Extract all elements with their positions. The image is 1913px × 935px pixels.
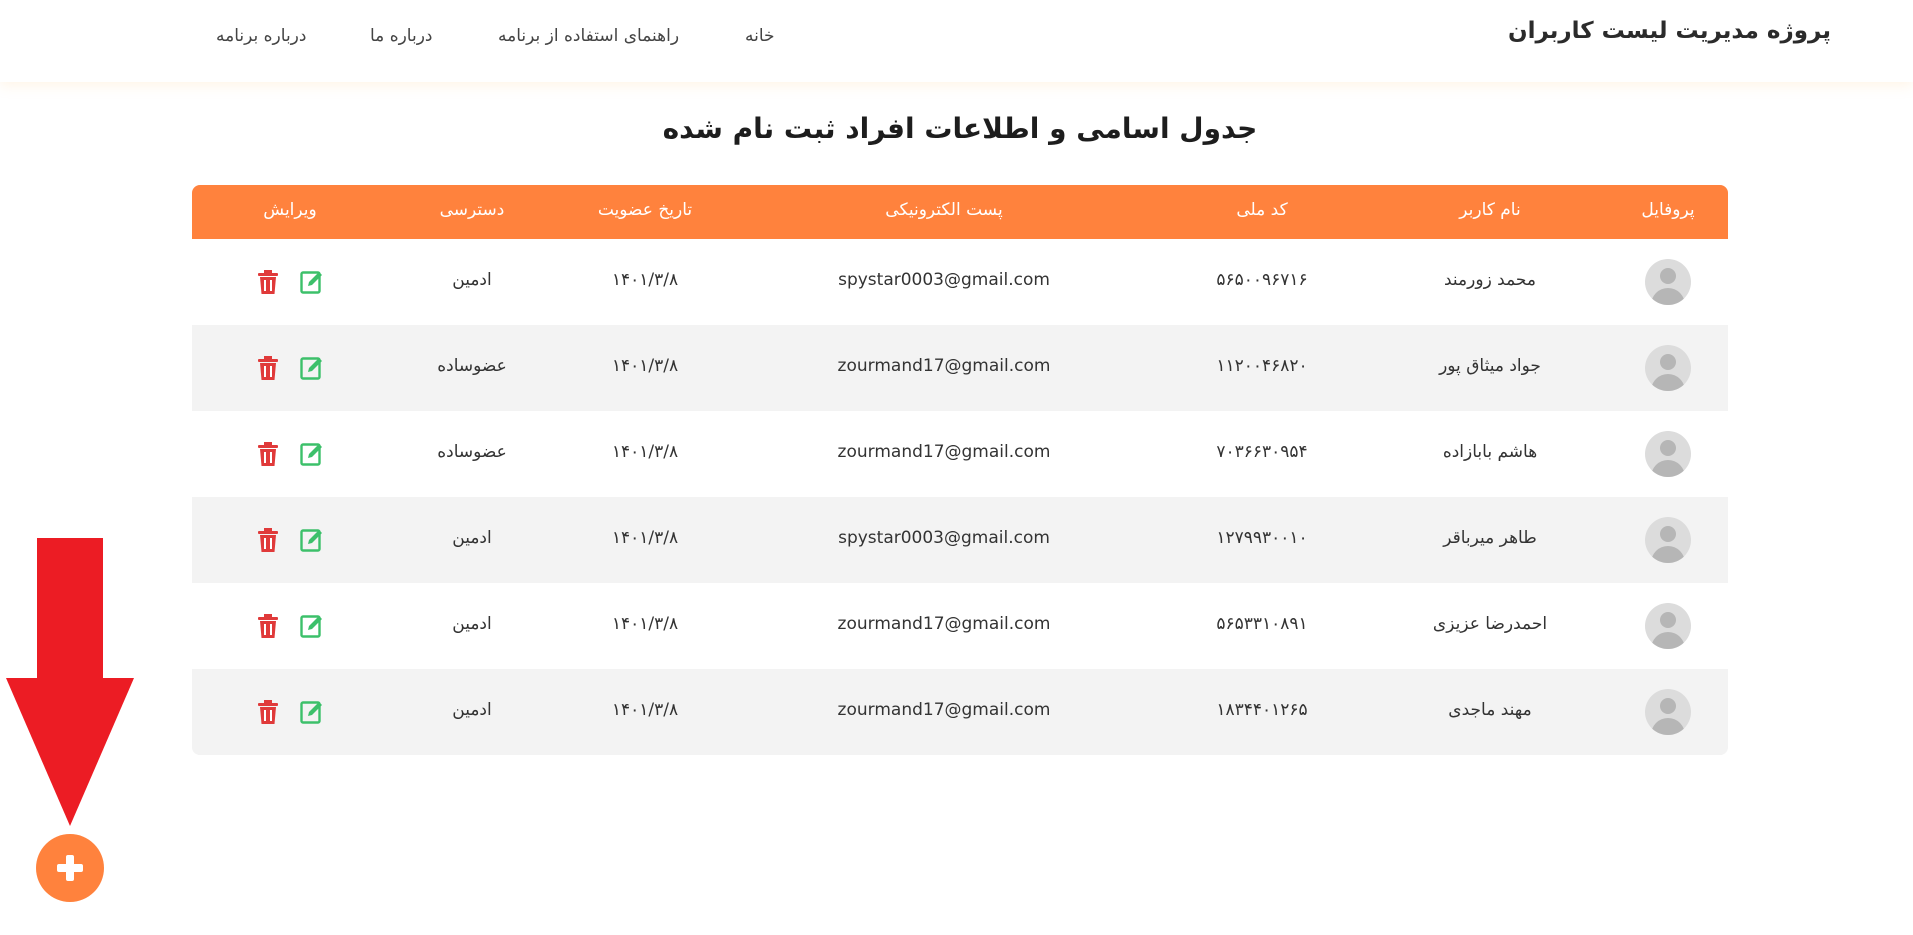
trash-icon[interactable] xyxy=(256,441,280,467)
trash-icon[interactable] xyxy=(256,699,280,725)
cell-access: ادمین xyxy=(452,700,492,720)
user-avatar-icon xyxy=(1645,517,1691,563)
cell-username: جواد میثاق پور xyxy=(1439,356,1541,376)
cell-join-date: ۱۴۰۱/۳/۸ xyxy=(611,270,679,290)
header-national-id: کد ملی xyxy=(1236,200,1288,220)
cell-national-id: ۵۶۵۰۰۹۶۷۱۶ xyxy=(1216,270,1308,290)
nav-link-about-app[interactable]: درباره برنامه xyxy=(216,26,306,46)
user-avatar-icon xyxy=(1645,259,1691,305)
cell-national-id: ۵۶۵۳۳۱۰۸۹۱ xyxy=(1216,614,1308,634)
cell-access: ادمین xyxy=(452,614,492,634)
cell-join-date: ۱۴۰۱/۳/۸ xyxy=(611,614,679,634)
table-header: پروفایل نام کاربر کد ملی پست الکترونیکی … xyxy=(192,185,1728,239)
user-avatar-icon xyxy=(1645,689,1691,735)
trash-icon[interactable] xyxy=(256,355,280,381)
user-avatar-icon xyxy=(1645,431,1691,477)
cell-join-date: ۱۴۰۱/۳/۸ xyxy=(611,356,679,376)
user-avatar-icon xyxy=(1645,603,1691,649)
arrow-down-icon xyxy=(6,538,134,826)
cell-username: طاهر میرباقر xyxy=(1443,528,1537,548)
edit-icon[interactable] xyxy=(300,527,324,553)
cell-national-id: ۷۰۳۶۶۳۰۹۵۴ xyxy=(1216,442,1308,462)
nav-link-guide[interactable]: راهنمای استفاده از برنامه xyxy=(498,26,679,46)
table-row: مهند ماجدی ۱۸۳۴۴۰۱۲۶۵ zourmand17@gmail.com… xyxy=(192,669,1728,755)
cell-email: spystar0003@gmail.com xyxy=(838,270,1050,290)
nav-link-home[interactable]: خانه xyxy=(745,26,775,46)
user-avatar-icon xyxy=(1645,345,1691,391)
trash-icon[interactable] xyxy=(256,269,280,295)
cell-email: zourmand17@gmail.com xyxy=(837,442,1051,462)
add-user-button[interactable] xyxy=(36,834,104,902)
cell-username: احمدرضا عزیزی xyxy=(1432,614,1548,634)
table-row: طاهر میرباقر ۱۲۷۹۹۳۰۰۱۰ spystar0003@gmail.… xyxy=(192,497,1728,583)
header-email: پست الکترونیکی xyxy=(885,200,1003,220)
trash-icon[interactable] xyxy=(256,613,280,639)
cell-national-id: ۱۸۳۴۴۰۱۲۶۵ xyxy=(1216,700,1308,720)
header-join-date: تاریخ عضویت xyxy=(597,200,693,220)
cell-email: zourmand17@gmail.com xyxy=(837,356,1051,376)
navbar: پروژه مدیریت لیست کاربران خانه راهنمای ا… xyxy=(0,0,1913,82)
header-access: دسترسی xyxy=(439,200,505,220)
table-row: محمد زورمند ۵۶۵۰۰۹۶۷۱۶ spystar0003@gmail.c… xyxy=(192,239,1728,325)
cell-email: spystar0003@gmail.com xyxy=(838,528,1050,548)
cell-access: عضوساده xyxy=(437,442,507,462)
cell-join-date: ۱۴۰۱/۳/۸ xyxy=(611,442,679,462)
cell-access: عضوساده xyxy=(437,356,507,376)
cell-join-date: ۱۴۰۱/۳/۸ xyxy=(611,700,679,720)
table-row: جواد میثاق پور ۱۱۲۰۰۴۶۸۲۰ zourmand17@gmail… xyxy=(192,325,1728,411)
header-profile: پروفایل xyxy=(1641,200,1695,220)
edit-icon[interactable] xyxy=(300,613,324,639)
edit-icon[interactable] xyxy=(300,699,324,725)
header-username: نام کاربر xyxy=(1459,200,1521,220)
cell-email: zourmand17@gmail.com xyxy=(837,614,1051,634)
brand-title[interactable]: پروژه مدیریت لیست کاربران xyxy=(1508,18,1831,44)
cell-national-id: ۱۲۷۹۹۳۰۰۱۰ xyxy=(1216,528,1308,548)
cell-username: هاشم بابازاده xyxy=(1442,442,1538,462)
page-title: جدول اسامی و اطلاعات افراد ثبت نام شده xyxy=(662,112,1258,145)
table-row: احمدرضا عزیزی ۵۶۵۳۳۱۰۸۹۱ zourmand17@gmail.… xyxy=(192,583,1728,669)
cell-username: محمد زورمند xyxy=(1443,270,1537,290)
cell-national-id: ۱۱۲۰۰۴۶۸۲۰ xyxy=(1216,356,1308,376)
nav-link-about-us[interactable]: درباره ما xyxy=(370,26,433,46)
trash-icon[interactable] xyxy=(256,527,280,553)
edit-icon[interactable] xyxy=(300,269,324,295)
header-edit: ویرایش xyxy=(263,200,317,220)
cell-access: ادمین xyxy=(452,270,492,290)
cell-username: مهند ماجدی xyxy=(1448,700,1532,720)
cell-join-date: ۱۴۰۱/۳/۸ xyxy=(611,528,679,548)
edit-icon[interactable] xyxy=(300,441,324,467)
cell-email: zourmand17@gmail.com xyxy=(837,700,1051,720)
cell-access: ادمین xyxy=(452,528,492,548)
table-row: هاشم بابازاده ۷۰۳۶۶۳۰۹۵۴ zourmand17@gmail.… xyxy=(192,411,1728,497)
users-table: پروفایل نام کاربر کد ملی پست الکترونیکی … xyxy=(192,185,1728,755)
edit-icon[interactable] xyxy=(300,355,324,381)
